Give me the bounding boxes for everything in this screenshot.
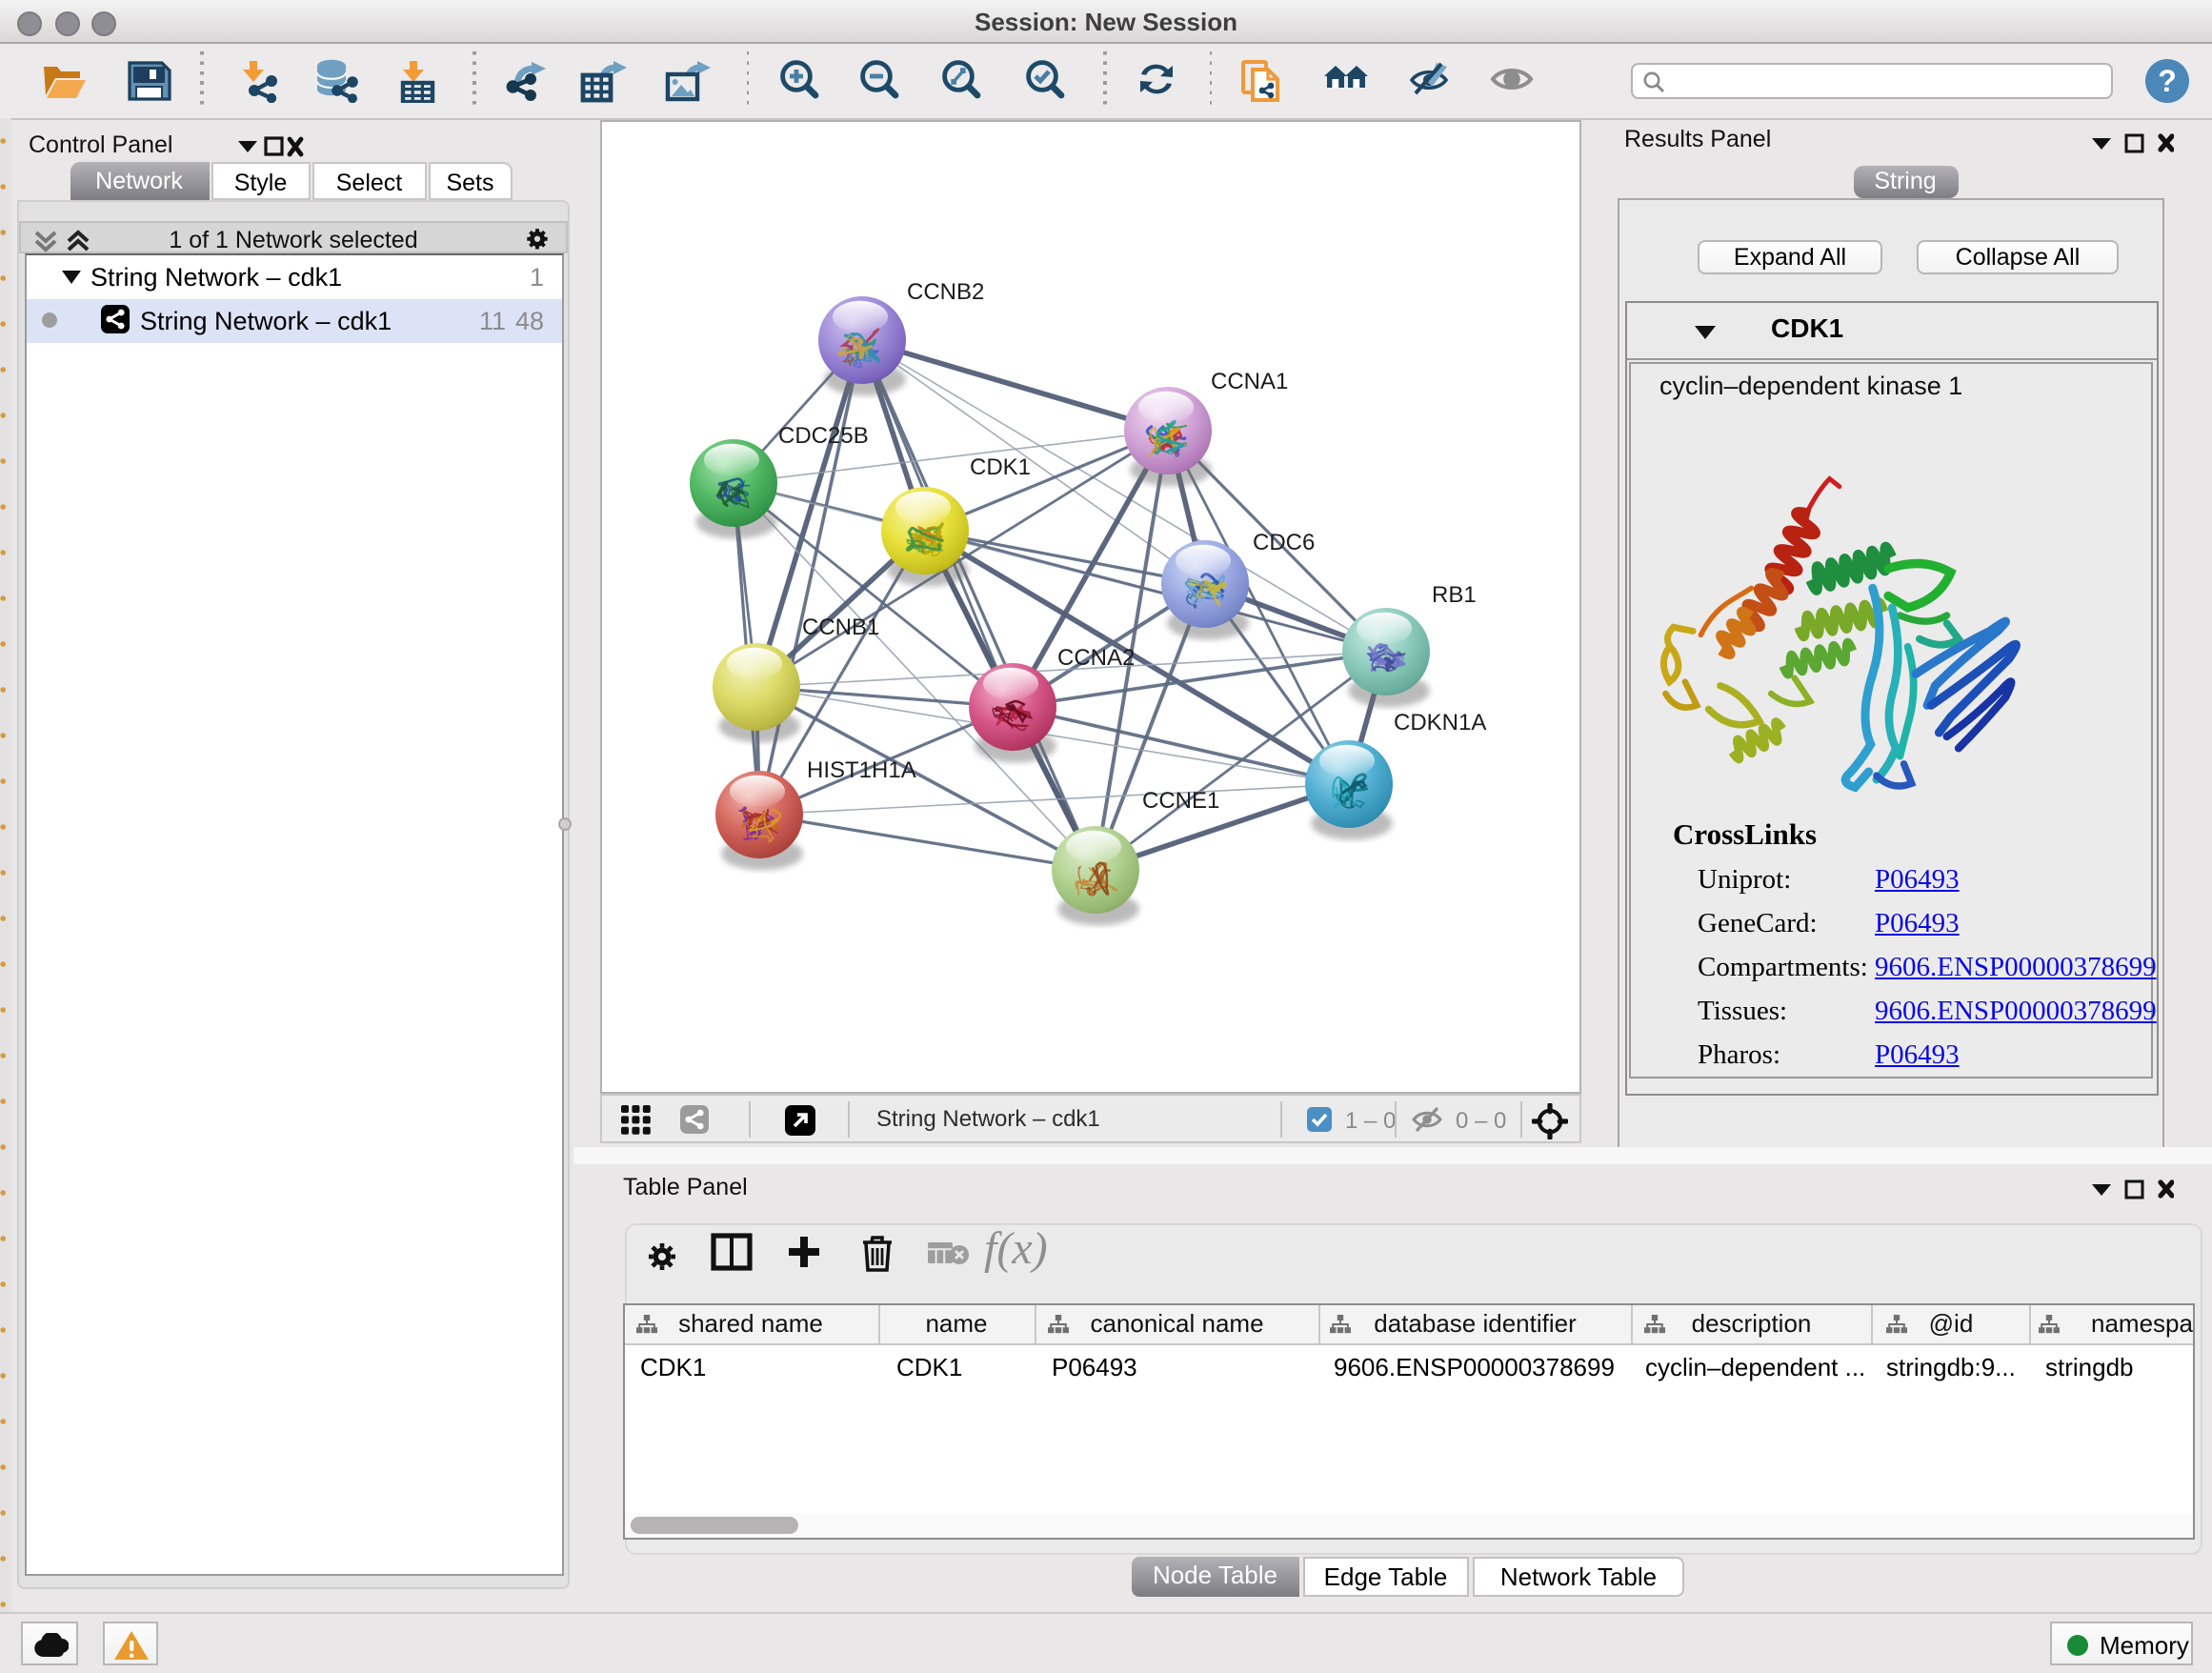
svg-text:CDK1: CDK1 <box>970 454 1031 479</box>
svg-text:CCNB1: CCNB1 <box>802 614 879 639</box>
svg-text:CCNA2: CCNA2 <box>1057 644 1135 670</box>
svg-text:CCNA1: CCNA1 <box>1211 368 1288 393</box>
svg-text:CCNE1: CCNE1 <box>1142 787 1219 813</box>
svg-text:CDC25B: CDC25B <box>778 422 869 448</box>
svg-text:HIST1H1A: HIST1H1A <box>807 756 916 782</box>
svg-text:CDC6: CDC6 <box>1253 529 1315 554</box>
svg-text:CCNB2: CCNB2 <box>907 278 984 304</box>
svg-text:RB1: RB1 <box>1432 581 1477 607</box>
svg-text:CDKN1A: CDKN1A <box>1394 709 1486 735</box>
svg-text:?: ? <box>2158 64 2177 98</box>
